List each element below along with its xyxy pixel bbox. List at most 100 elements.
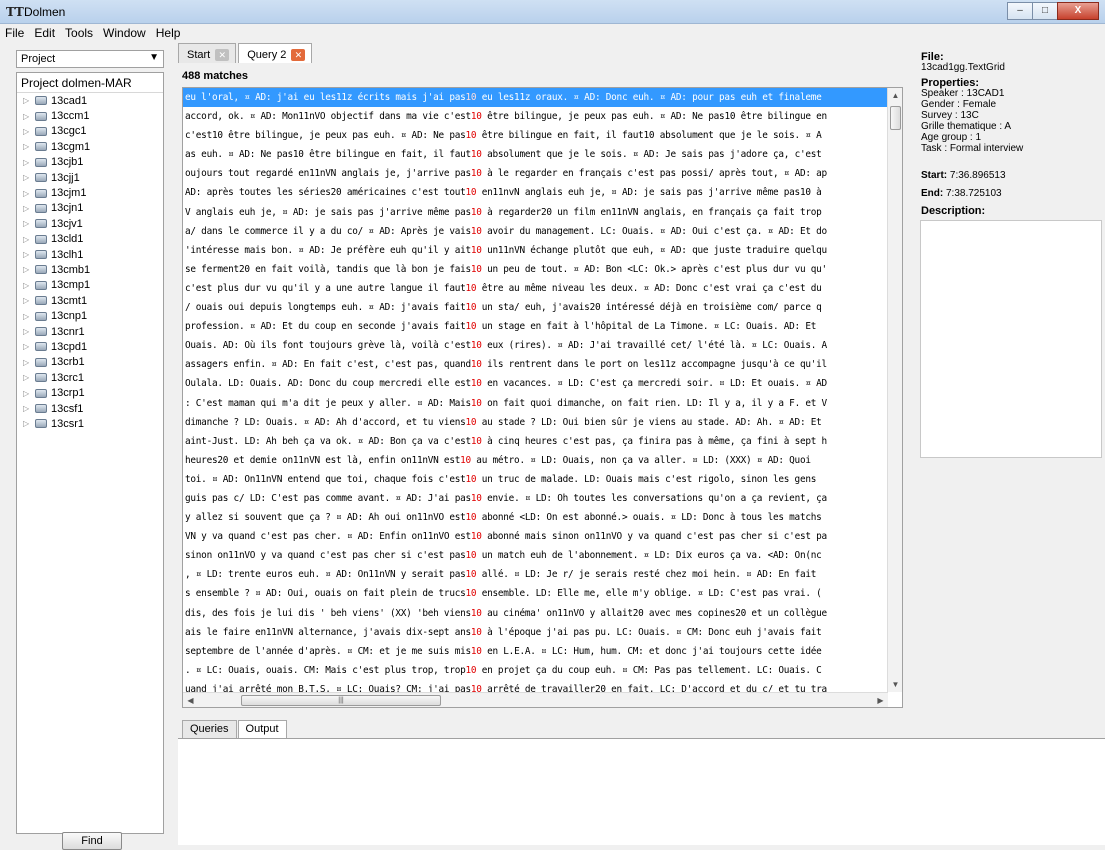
menu-file[interactable]: File	[0, 24, 29, 42]
tree-root[interactable]: Project dolmen-MAR	[17, 73, 163, 93]
tree-item[interactable]: ▷ 13cjm1	[17, 185, 163, 200]
vertical-scrollbar[interactable]: ▲ ▼	[887, 88, 902, 692]
tree-item[interactable]: ▷ 13cad1	[17, 93, 163, 108]
concordance-row[interactable]: y allez si souvent que ça ? ¤ AD: Ah oui…	[183, 508, 888, 527]
concordance-row[interactable]: 'intéresse mais bon. ¤ AD: Je préfère eu…	[183, 241, 888, 260]
concordance-row[interactable]: guis pas c/ LD: C'est pas comme avant. ¤…	[183, 489, 888, 508]
menu-window[interactable]: Window	[98, 24, 151, 42]
concordance-row[interactable]: uand j'ai arrêté mon B.T.S. ¤ LC: Ouais?…	[183, 680, 888, 692]
concordance-row[interactable]: septembre de l'année d'après. ¤ CM: et j…	[183, 642, 888, 661]
expand-arrow-icon[interactable]: ▷	[23, 96, 35, 105]
concordance-row[interactable]: aint-Just. LD: Ah beh ça va ok. ¤ AD: Bo…	[183, 432, 888, 451]
menu-tools[interactable]: Tools	[60, 24, 98, 42]
concordance-row[interactable]: se ferment20 en fait voilà, tandis que l…	[183, 260, 888, 279]
scroll-thumb[interactable]	[890, 106, 901, 130]
concordance-row[interactable]: dimanche ? LD: Ouais. ¤ AD: Ah d'accord,…	[183, 413, 888, 432]
concordance-row[interactable]: V anglais euh je, ¤ AD: je sais pas j'ar…	[183, 203, 888, 222]
expand-arrow-icon[interactable]: ▷	[23, 158, 35, 167]
concordance-row[interactable]: ais le faire en11nVN alternance, j'avais…	[183, 623, 888, 642]
concordance-row[interactable]: / ouais oui depuis longtemps euh. ¤ AD: …	[183, 298, 888, 317]
expand-arrow-icon[interactable]: ▷	[23, 404, 35, 413]
tree-item[interactable]: ▷ 13cmb1	[17, 262, 163, 277]
expand-arrow-icon[interactable]: ▷	[23, 312, 35, 321]
menu-edit[interactable]: Edit	[29, 24, 60, 42]
tab-queries[interactable]: Queries	[182, 720, 237, 738]
tree-item[interactable]: ▷ 13cgc1	[17, 124, 163, 139]
horizontal-scrollbar[interactable]: ◀ ||| ▶	[183, 692, 888, 707]
expand-arrow-icon[interactable]: ▷	[23, 219, 35, 228]
tree-item[interactable]: ▷ 13cmp1	[17, 278, 163, 293]
expand-arrow-icon[interactable]: ▷	[23, 296, 35, 305]
tree-item[interactable]: ▷ 13cjj1	[17, 170, 163, 185]
tab-start[interactable]: Start ✕	[178, 43, 237, 63]
minimize-button[interactable]: –	[1007, 2, 1033, 20]
expand-arrow-icon[interactable]: ▷	[23, 112, 35, 121]
expand-arrow-icon[interactable]: ▷	[23, 127, 35, 136]
concordance-row[interactable]: . ¤ LC: Ouais, ouais. CM: Mais c'est plu…	[183, 661, 888, 680]
concordance-row[interactable]: as euh. ¤ AD: Ne pas10 être bilingue en …	[183, 145, 888, 164]
maximize-button[interactable]: □	[1032, 2, 1058, 20]
scroll-up-icon[interactable]: ▲	[888, 88, 902, 103]
menu-help[interactable]: Help	[151, 24, 186, 42]
tree-item[interactable]: ▷ 13cgm1	[17, 139, 163, 154]
expand-arrow-icon[interactable]: ▷	[23, 358, 35, 367]
concordance-row[interactable]: eu l'oral, ¤ AD: j'ai eu les11z écrits m…	[183, 88, 888, 108]
scroll-left-icon[interactable]: ◀	[183, 693, 198, 707]
close-button[interactable]: X	[1057, 2, 1099, 20]
concordance-row[interactable]: c'est10 être bilingue, je peux pas euh. …	[183, 126, 888, 145]
close-tab-icon[interactable]: ✕	[215, 48, 230, 61]
tree-item[interactable]: ▷ 13cnp1	[17, 308, 163, 323]
concordance-row[interactable]: a/ dans le commerce il y a du co/ ¤ AD: …	[183, 222, 888, 241]
expand-arrow-icon[interactable]: ▷	[23, 265, 35, 274]
expand-arrow-icon[interactable]: ▷	[23, 189, 35, 198]
expand-arrow-icon[interactable]: ▷	[23, 142, 35, 151]
concordance-row[interactable]: Ouais. AD: Où ils font toujours grève là…	[183, 336, 888, 355]
scroll-down-icon[interactable]: ▼	[888, 677, 902, 692]
tab-query-2[interactable]: Query 2 ✕	[238, 43, 313, 64]
tree-item[interactable]: ▷ 13clh1	[17, 247, 163, 262]
project-tree[interactable]: Project dolmen-MAR ▷ 13cad1 ▷ 13ccm1 ▷ 13cgc1…	[16, 72, 164, 834]
expand-arrow-icon[interactable]: ▷	[23, 235, 35, 244]
tree-item[interactable]: ▷ 13crb1	[17, 355, 163, 370]
tree-item[interactable]: ▷ 13cmt1	[17, 293, 163, 308]
project-dropdown[interactable]: Project ▼	[16, 50, 164, 68]
concordance-row[interactable]: , ¤ LD: trente euros euh. ¤ AD: On11nVN …	[183, 565, 888, 584]
expand-arrow-icon[interactable]: ▷	[23, 327, 35, 336]
concordance-row[interactable]: profession. ¤ AD: Et du coup en seconde …	[183, 317, 888, 336]
concordance-row[interactable]: sinon on11nVO y va quand c'est pas cher …	[183, 546, 888, 565]
description-box[interactable]	[920, 220, 1102, 458]
find-button[interactable]: Find	[62, 832, 122, 850]
expand-arrow-icon[interactable]: ▷	[23, 250, 35, 259]
expand-arrow-icon[interactable]: ▷	[23, 389, 35, 398]
tree-item[interactable]: ▷ 13cnr1	[17, 324, 163, 339]
concordance-row[interactable]: Oulala. LD: Ouais. AD: Donc du coup merc…	[183, 374, 888, 393]
tree-item[interactable]: ▷ 13csf1	[17, 401, 163, 416]
tree-item[interactable]: ▷ 13csr1	[17, 416, 163, 431]
output-area[interactable]	[178, 738, 1105, 845]
tree-item[interactable]: ▷ 13cjv1	[17, 216, 163, 231]
expand-arrow-icon[interactable]: ▷	[23, 281, 35, 290]
concordance-row[interactable]: s ensemble ? ¤ AD: Oui, ouais on fait pl…	[183, 584, 888, 603]
expand-arrow-icon[interactable]: ▷	[23, 204, 35, 213]
tree-item[interactable]: ▷ 13cjn1	[17, 201, 163, 216]
expand-arrow-icon[interactable]: ▷	[23, 419, 35, 428]
concordance-row[interactable]: : C'est maman qui m'a dit je peux y alle…	[183, 394, 888, 413]
tree-item[interactable]: ▷ 13cpd1	[17, 339, 163, 354]
scroll-thumb[interactable]: |||	[241, 695, 441, 706]
tree-item[interactable]: ▷ 13cjb1	[17, 155, 163, 170]
concordance-row[interactable]: c'est plus dur vu qu'il y a une autre la…	[183, 279, 888, 298]
concordance-table[interactable]: eu l'oral, ¤ AD: j'ai eu les11z écrits m…	[182, 87, 903, 708]
scroll-right-icon[interactable]: ▶	[873, 693, 888, 707]
tree-item[interactable]: ▷ 13crp1	[17, 385, 163, 400]
expand-arrow-icon[interactable]: ▷	[23, 173, 35, 182]
concordance-row[interactable]: heures20 et demie on11nVN est là, enfin …	[183, 451, 888, 470]
concordance-row[interactable]: toi. ¤ AD: On11nVN entend que toi, chaqu…	[183, 470, 888, 489]
expand-arrow-icon[interactable]: ▷	[23, 373, 35, 382]
concordance-row[interactable]: dis, des fois je lui dis ' beh viens' (X…	[183, 604, 888, 623]
tab-output[interactable]: Output	[237, 720, 287, 738]
tree-item[interactable]: ▷ 13ccm1	[17, 108, 163, 123]
concordance-row[interactable]: VN y va quand c'est pas cher. ¤ AD: Enfi…	[183, 527, 888, 546]
concordance-row[interactable]: AD: après toutes les séries20 américaine…	[183, 183, 888, 202]
expand-arrow-icon[interactable]: ▷	[23, 342, 35, 351]
close-tab-icon[interactable]: ✕	[291, 49, 306, 61]
